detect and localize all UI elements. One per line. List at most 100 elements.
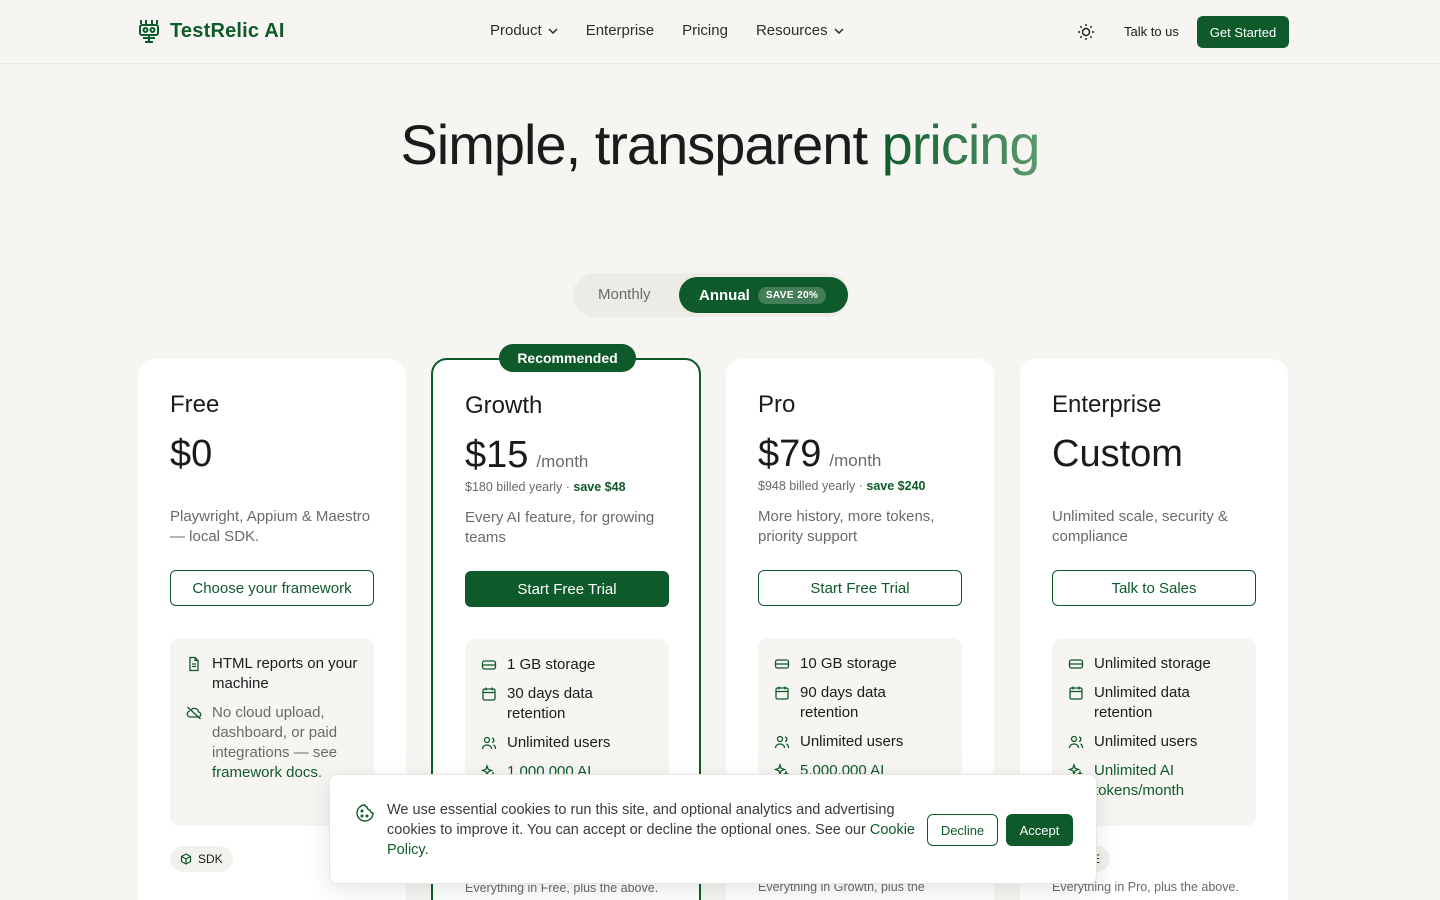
billed-text: $948 billed yearly · (758, 479, 867, 493)
sun-icon[interactable] (1076, 22, 1096, 42)
get-started-button[interactable]: Get Started (1197, 16, 1289, 48)
calendar-icon (775, 686, 789, 700)
feature-text: 90 days data retention (800, 684, 886, 721)
cookie-icon (356, 804, 374, 822)
main-nav: Product Enterprise Pricing Resources (490, 22, 844, 39)
feature-text: 10 GB storage (800, 655, 897, 672)
feature-text: Unlimited users (507, 734, 611, 751)
feature-text: 30 days data retention (507, 685, 593, 722)
plan-description: Unlimited scale, security & compliance (1052, 508, 1228, 545)
nav-item-enterprise[interactable]: Enterprise (586, 22, 654, 39)
box-icon (180, 853, 192, 865)
feature-item: 90 days data retention (774, 683, 946, 723)
cookie-text: We use essential cookies to run this sit… (387, 802, 895, 838)
plan-price: $79 /month (758, 433, 881, 476)
feature-text: Unlimited AI tokens/month (1094, 762, 1185, 799)
feature-item: No cloud upload, dashboard, or paid inte… (186, 703, 358, 783)
feature-text: HTML reports on your machine (212, 655, 358, 692)
price-unit: /month (536, 452, 589, 471)
tag-label: SDK (198, 852, 223, 866)
feature-text: 1 GB storage (507, 656, 596, 673)
calendar-icon (482, 687, 496, 701)
start-free-trial-button[interactable]: Start Free Trial (758, 570, 962, 606)
plan-name: Free (170, 391, 220, 418)
title-accent: pricing (881, 113, 1041, 176)
users-icon (1068, 735, 1084, 749)
feature-item: Unlimited users (481, 733, 653, 753)
brand-logo[interactable]: TestRelic AI (138, 18, 285, 44)
chevron-down-icon (548, 27, 558, 34)
feature-text: Unlimited storage (1094, 655, 1211, 672)
users-icon (481, 736, 497, 750)
plan-name: Growth (465, 392, 543, 419)
storage-icon (1068, 659, 1084, 669)
feature-text-end: . (317, 764, 323, 781)
price-amount: Custom (1052, 433, 1183, 475)
annual-option[interactable]: Annual SAVE 20% (679, 277, 848, 313)
price-amount: $15 (465, 434, 529, 476)
users-icon (774, 735, 790, 749)
save-badge: SAVE 20% (757, 286, 827, 304)
billed-text: $180 billed yearly · (465, 480, 574, 494)
calendar-icon (1069, 686, 1083, 700)
billed-note: $180 billed yearly · save $48 (465, 480, 626, 494)
nav-label: Enterprise (585, 22, 655, 39)
feature-text: Unlimited data retention (1094, 684, 1190, 721)
feature-text: Unlimited users (800, 733, 904, 750)
feature-item: Unlimited users (1068, 732, 1240, 752)
recommended-badge: Recommended (499, 344, 636, 372)
plan-description: Every AI feature, for growing teams (465, 509, 655, 546)
feature-item: Unlimited data retention (1068, 683, 1240, 723)
cookie-text-end: . (424, 842, 429, 858)
feature-text: Unlimited users (1094, 733, 1198, 750)
plan-name: Pro (758, 391, 796, 418)
billed-note: $948 billed yearly · save $240 (758, 479, 926, 493)
talk-to-sales-button[interactable]: Talk to Sales (1052, 570, 1256, 606)
nav-label: Resources (755, 22, 828, 39)
nav-item-product[interactable]: Product (490, 22, 558, 39)
talk-to-us-link[interactable]: Talk to us (1124, 24, 1179, 39)
feature-item: 1 GB storage (481, 655, 653, 675)
sdk-tag: SDK (170, 846, 233, 872)
framework-docs-link[interactable]: framework docs (212, 764, 318, 781)
feature-item: 10 GB storage (774, 654, 946, 674)
chevron-down-icon (834, 27, 844, 34)
price-unit: /month (829, 451, 882, 470)
monthly-option[interactable]: Monthly (598, 286, 651, 303)
feature-item: HTML reports on your machine (186, 654, 358, 694)
cookie-banner: We use essential cookies to run this sit… (329, 774, 1097, 884)
brand-name: TestRelic AI (170, 19, 285, 42)
price-amount: $0 (170, 433, 213, 475)
plan-name: Enterprise (1052, 391, 1162, 418)
plan-description: Playwright, Appium & Maestro — local SDK… (170, 508, 371, 545)
nav-label: Product (490, 22, 542, 39)
page-title: Simple, transparent pricing (0, 112, 1440, 177)
title-main: Simple, transparent (400, 113, 882, 176)
accept-button[interactable]: Accept (1006, 814, 1073, 846)
storage-icon (774, 659, 790, 669)
feature-item: Unlimited users (774, 732, 946, 752)
annual-label: Annual (699, 286, 750, 304)
file-icon (189, 656, 199, 672)
feature-text-part: No cloud upload, dashboard, or paid inte… (212, 704, 338, 761)
save-text: save $48 (573, 480, 626, 494)
nav-item-resources[interactable]: Resources (756, 22, 844, 39)
nav-item-pricing[interactable]: Pricing (682, 22, 728, 39)
save-text: save $240 (866, 479, 926, 493)
plan-description: More history, more tokens, priority supp… (758, 508, 935, 545)
site-header: TestRelic AI Product Enterprise Pricing … (0, 0, 1440, 64)
storage-icon (481, 660, 497, 670)
decline-button[interactable]: Decline (927, 814, 998, 846)
cloud-off-icon (186, 706, 202, 720)
start-free-trial-button[interactable]: Start Free Trial (465, 571, 669, 607)
billing-toggle: Monthly Annual SAVE 20% (573, 273, 849, 317)
plan-price: Custom (1052, 433, 1183, 476)
plan-price: $15 /month (465, 434, 588, 477)
choose-framework-button[interactable]: Choose your framework (170, 570, 374, 606)
feature-text: No cloud upload, dashboard, or paid inte… (212, 703, 358, 783)
feature-item: Unlimited storage (1068, 654, 1240, 674)
price-amount: $79 (758, 433, 822, 475)
feature-item: 30 days data retention (481, 684, 653, 724)
nav-label: Pricing (682, 22, 728, 39)
cookie-message: We use essential cookies to run this sit… (387, 800, 917, 860)
